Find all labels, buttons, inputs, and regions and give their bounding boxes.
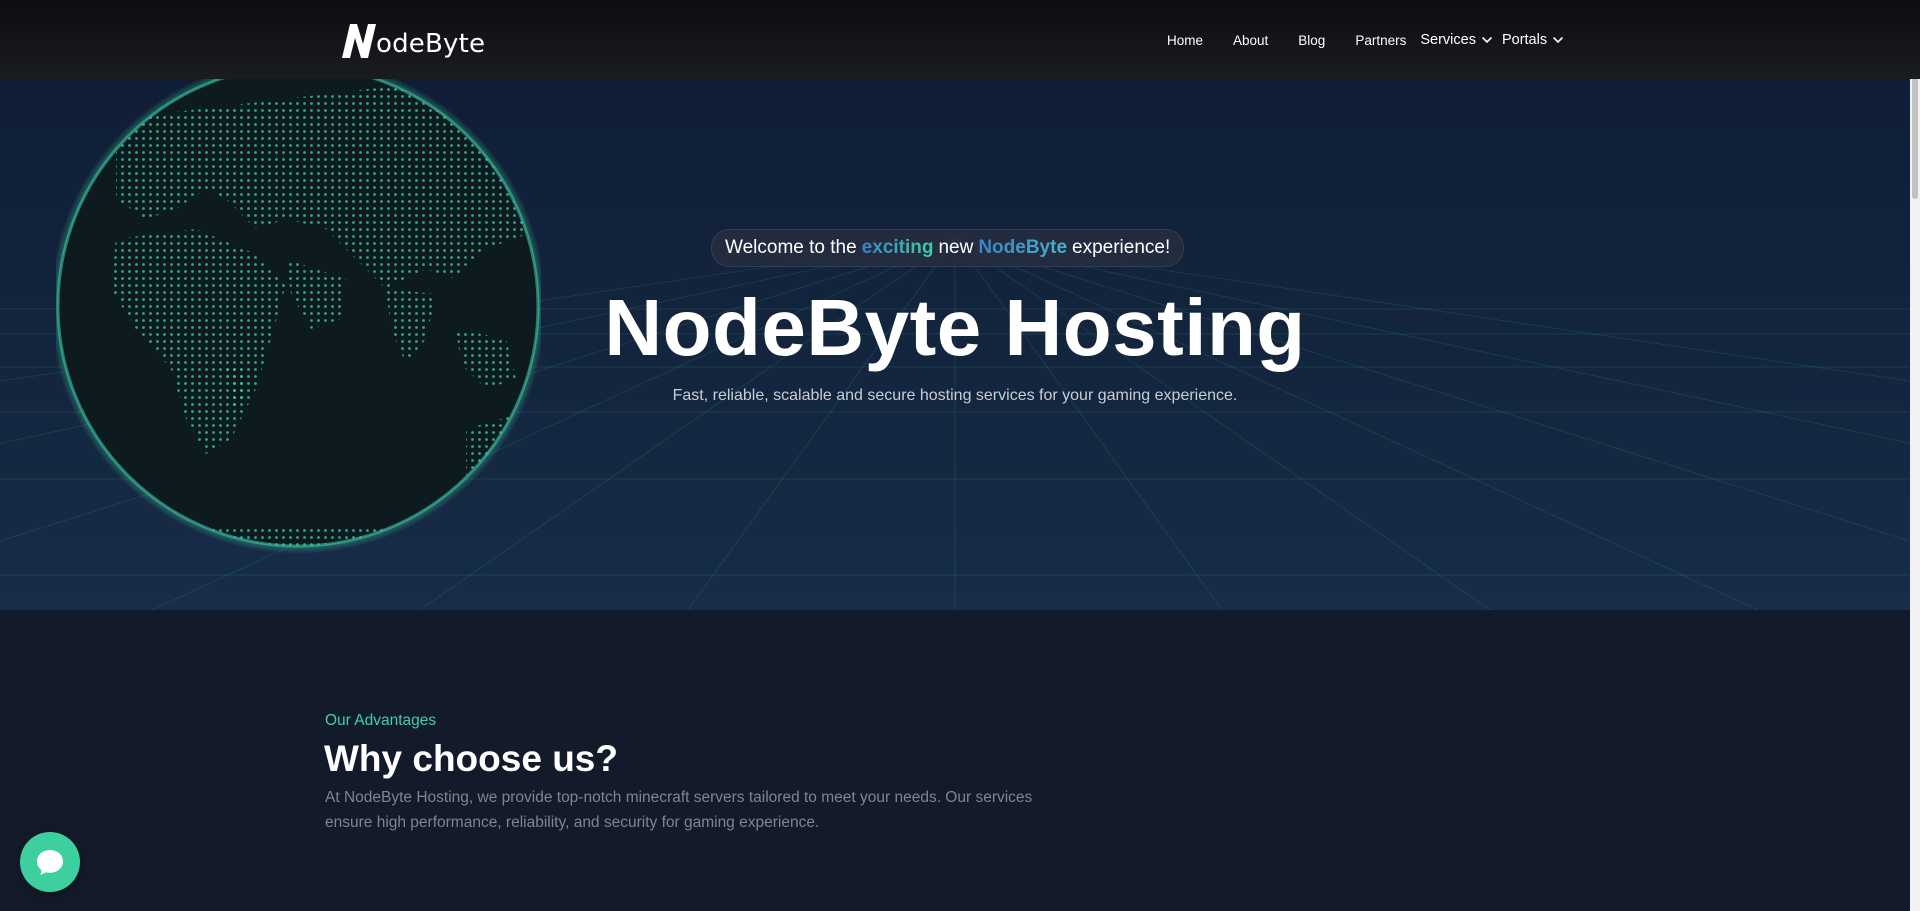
hero-subtitle: Fast, reliable, scalable and secure host…: [672, 387, 1238, 404]
nav-about[interactable]: About: [1233, 33, 1268, 48]
chevron-down-icon: [1553, 37, 1563, 44]
nav-services-label: Services: [1420, 32, 1476, 48]
hero-title: NodeByte Hosting: [604, 283, 1306, 372]
badge-suffix: experience!: [1072, 237, 1171, 258]
badge-middle: new: [938, 237, 974, 258]
advantages-title: Why choose us?: [324, 738, 618, 779]
advantages-description: At NodeByte Hosting, we provide top-notc…: [325, 789, 1033, 831]
chat-button[interactable]: [20, 832, 80, 892]
badge-accent-nodebyte: NodeByte: [978, 237, 1068, 258]
page-scrollbar[interactable]: [1910, 0, 1920, 911]
chevron-down-icon: [1482, 37, 1492, 44]
badge-accent-exciting: exciting: [861, 237, 934, 258]
badge-prefix: Welcome to the: [725, 237, 857, 258]
nav-partners[interactable]: Partners: [1355, 33, 1406, 48]
main-nav: Home About Blog Partners Services Portal…: [1160, 27, 1573, 53]
logo-n-icon: [342, 24, 376, 58]
logo-text: odeByte: [376, 29, 486, 59]
logo[interactable]: odeByte: [339, 18, 485, 60]
navbar: odeByte Home About Blog Partners Service…: [0, 0, 1920, 79]
chat-bubble-icon: [37, 850, 63, 875]
welcome-badge: Welcome to the exciting new NodeByte exp…: [711, 229, 1185, 267]
nav-home[interactable]: Home: [1167, 33, 1203, 48]
advantages-eyebrow: Our Advantages: [325, 712, 437, 729]
nav-portals-dropdown[interactable]: Portals: [1502, 32, 1573, 48]
nav-blog[interactable]: Blog: [1298, 33, 1325, 48]
nav-services-dropdown[interactable]: Services: [1420, 32, 1502, 48]
nav-portals-label: Portals: [1501, 32, 1548, 48]
hero-section: Welcome to the exciting new NodeByte exp…: [0, 79, 1910, 610]
